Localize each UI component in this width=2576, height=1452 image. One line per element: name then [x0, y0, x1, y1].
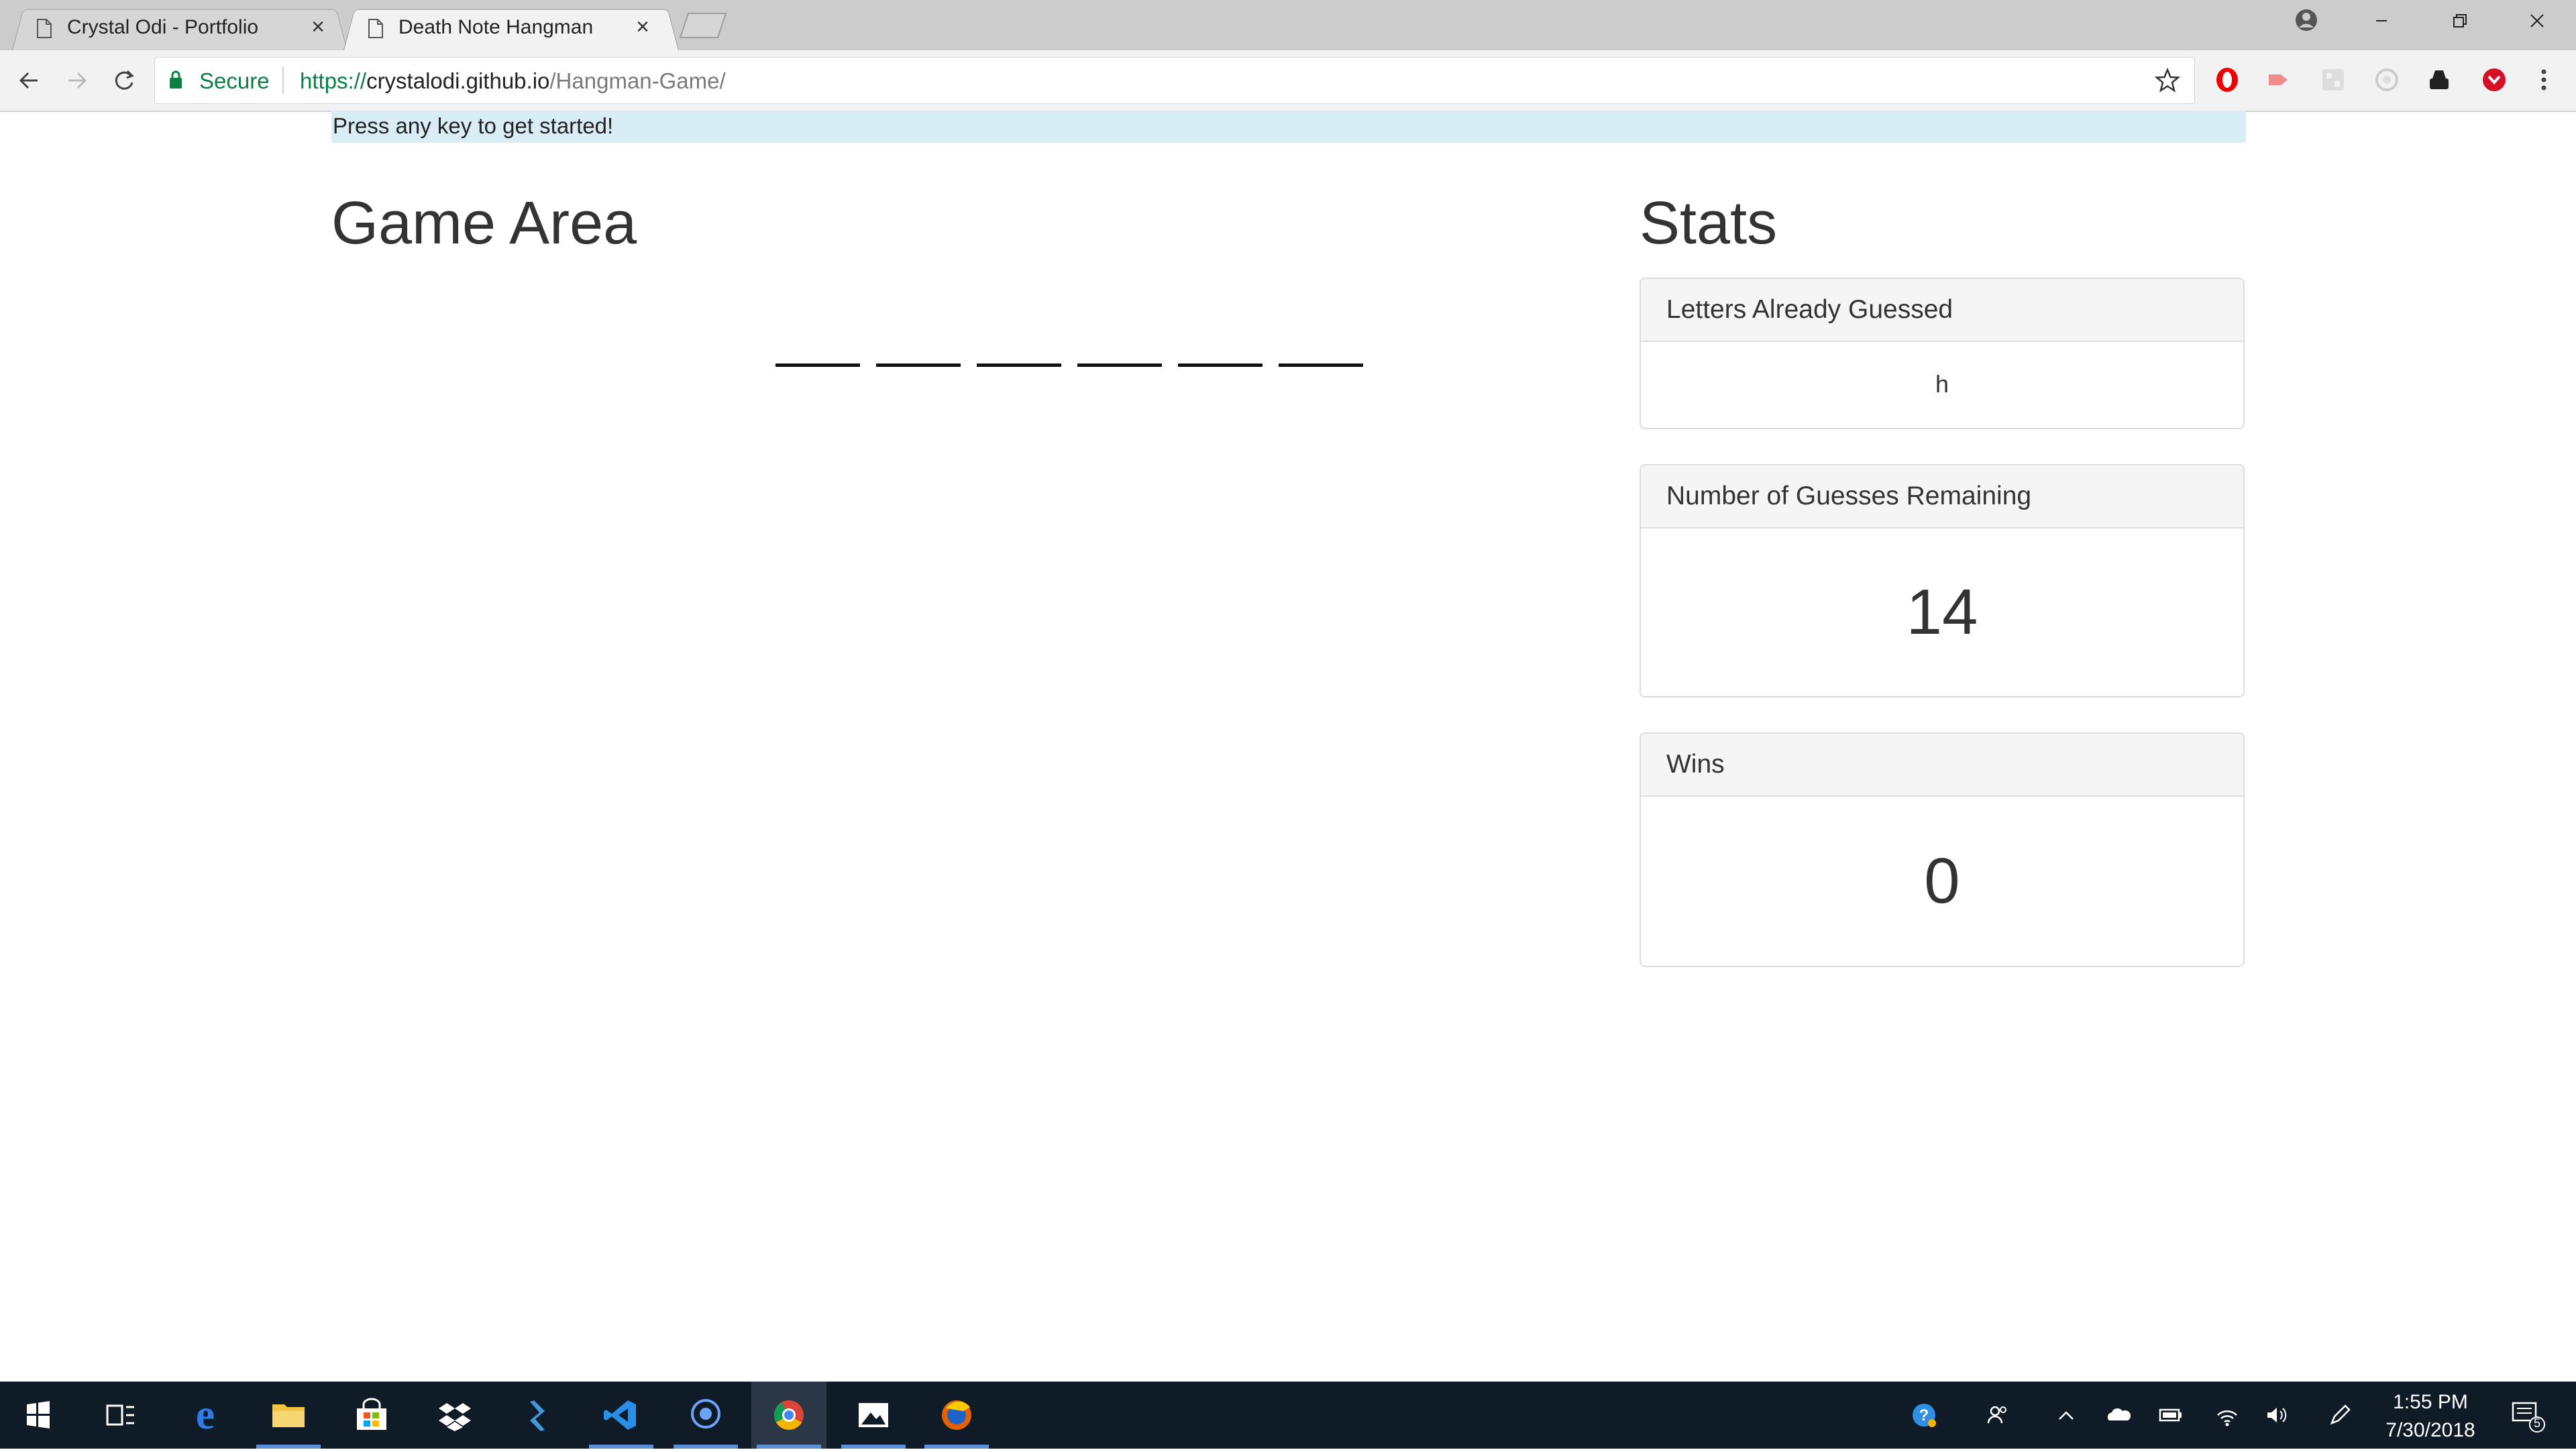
- bookmark-star-icon[interactable]: [2154, 67, 2181, 94]
- lock-icon: [170, 70, 182, 89]
- divider: [282, 67, 284, 94]
- menu-dots-icon[interactable]: [2529, 65, 2559, 95]
- instruction-banner: Press any key to get started!: [331, 111, 2246, 143]
- secure-label: Secure: [199, 68, 270, 93]
- photos-icon[interactable]: [836, 1382, 911, 1449]
- task-view-icon[interactable]: [83, 1382, 158, 1449]
- guesses-remaining-panel: Number of Guesses Remaining 14: [1640, 464, 2245, 697]
- edge-icon[interactable]: e: [168, 1382, 243, 1449]
- help-icon[interactable]: ?: [1909, 1400, 1939, 1430]
- letter-blank: [977, 364, 1061, 367]
- running-indicator: [757, 1445, 821, 1449]
- running-indicator: [924, 1445, 989, 1449]
- reload-icon[interactable]: [107, 64, 141, 97]
- stats-heading: Stats: [1640, 190, 1778, 257]
- file-explorer-icon[interactable]: [251, 1382, 326, 1449]
- chrome-icon[interactable]: [751, 1382, 826, 1449]
- store-icon[interactable]: [334, 1382, 409, 1449]
- pen-icon[interactable]: [2325, 1400, 2355, 1430]
- browser-toolbar: Secure https://crystalodi.github.io/Hang…: [0, 50, 2576, 112]
- circle-extension-icon[interactable]: [2372, 65, 2402, 95]
- url-path: /Hangman-Game/: [549, 68, 726, 93]
- grid-extension-icon[interactable]: [2318, 65, 2348, 95]
- pocket-extension-icon[interactable]: [2479, 65, 2509, 95]
- action-center-icon[interactable]: 5: [2508, 1396, 2548, 1437]
- opera-extension-icon[interactable]: [2212, 65, 2242, 95]
- tab-hangman[interactable]: Death Note Hangman ×: [343, 5, 679, 51]
- letter-blank: [1077, 364, 1162, 367]
- app-icon[interactable]: [668, 1382, 743, 1449]
- letters-guessed-value: h: [1935, 370, 1949, 398]
- start-icon[interactable]: [0, 1382, 75, 1449]
- letter-blank: [775, 364, 860, 367]
- running-indicator: [674, 1445, 738, 1449]
- onedrive-icon[interactable]: [2104, 1400, 2133, 1430]
- letter-blank: [1279, 364, 1363, 367]
- tab-portfolio[interactable]: Crystal Odi - Portfolio ×: [12, 5, 347, 51]
- svg-text:e: e: [196, 1390, 215, 1438]
- chevron-up-icon[interactable]: [2051, 1400, 2081, 1430]
- tab-title: Crystal Odi - Portfolio: [67, 16, 259, 38]
- url-scheme: https://: [300, 68, 367, 93]
- dropbox-icon[interactable]: [417, 1382, 492, 1449]
- letter-blank: [1178, 364, 1263, 367]
- notification-count: 5: [2533, 1416, 2540, 1430]
- svg-text:?: ?: [1919, 1406, 1929, 1425]
- back-arrow-icon[interactable]: [12, 64, 46, 97]
- page-icon: [368, 19, 383, 38]
- tab-title: Death Note Hangman: [398, 16, 594, 38]
- wins-value: 0: [1924, 845, 1960, 917]
- minimize-icon[interactable]: [2344, 0, 2419, 42]
- guesses-remaining-value: 14: [1906, 576, 1978, 648]
- running-indicator: [256, 1445, 321, 1449]
- letter-blank: [876, 364, 961, 367]
- battery-icon[interactable]: [2156, 1400, 2186, 1430]
- panel-heading: Number of Guesses Remaining: [1641, 465, 2243, 528]
- new-tab-button[interactable]: [676, 12, 730, 39]
- volume-icon[interactable]: [2262, 1400, 2292, 1430]
- running-indicator: [589, 1445, 653, 1449]
- incognito-extension-icon[interactable]: [2424, 65, 2454, 95]
- taskbar: e ? 1:55 PM 7/30/2018 5: [0, 1382, 2576, 1449]
- restore-icon[interactable]: [2422, 0, 2497, 42]
- page-icon: [37, 19, 52, 38]
- firefox-icon[interactable]: [919, 1382, 994, 1449]
- profile-icon[interactable]: [2293, 7, 2320, 34]
- vscode-icon[interactable]: [584, 1382, 659, 1449]
- share-extension-icon[interactable]: [2265, 65, 2294, 95]
- tab-close-icon[interactable]: ×: [307, 15, 329, 38]
- visual-studio-icon[interactable]: [500, 1382, 576, 1449]
- tab-close-icon[interactable]: ×: [632, 15, 653, 38]
- people-icon[interactable]: [1983, 1400, 2012, 1430]
- close-window-icon[interactable]: [2500, 0, 2575, 42]
- system-clock[interactable]: 1:55 PM 7/30/2018: [2360, 1388, 2501, 1445]
- game-area-heading: Game Area: [331, 190, 637, 257]
- tab-strip: Crystal Odi - Portfolio × Death Note Han…: [0, 0, 2576, 51]
- wins-panel: Wins 0: [1640, 732, 2245, 967]
- panel-heading: Letters Already Guessed: [1641, 279, 2243, 342]
- url-host: crystalodi.github.io: [366, 68, 550, 93]
- panel-heading: Wins: [1641, 734, 2243, 797]
- clock-time: 1:55 PM: [2393, 1391, 2468, 1413]
- clock-date: 7/30/2018: [2385, 1419, 2475, 1441]
- wifi-icon[interactable]: [2212, 1400, 2242, 1430]
- url-text: https://crystalodi.github.io/Hangman-Gam…: [300, 68, 726, 94]
- letters-guessed-panel: Letters Already Guessed h: [1640, 278, 2245, 429]
- address-bar[interactable]: Secure https://crystalodi.github.io/Hang…: [154, 57, 2195, 104]
- forward-arrow-icon[interactable]: [60, 64, 94, 97]
- running-indicator: [841, 1445, 906, 1449]
